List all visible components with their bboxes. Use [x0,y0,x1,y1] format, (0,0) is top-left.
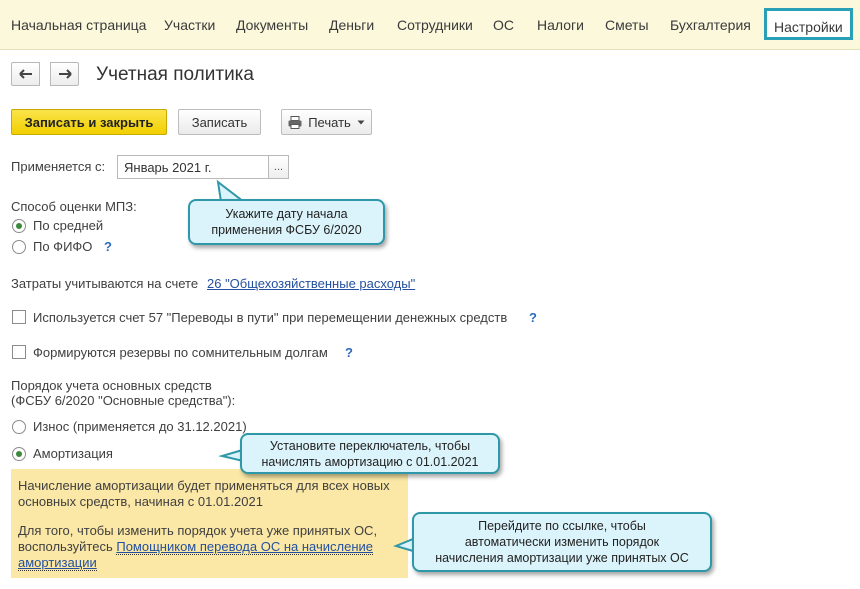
depreciation-note: Начисление амортизации будет применяться… [11,469,408,578]
callout-link-hint: Перейдите по ссылке, чтобы автоматически … [412,512,712,572]
nav-item-accounting[interactable]: Бухгалтерия [670,17,751,33]
note-paragraph-2-text: Для того, чтобы изменить порядок учета у… [18,523,378,538]
callout-switch-hint: Установите переключатель, чтобы начислять… [240,433,500,474]
help-doubtful-debts-icon[interactable]: ? [345,345,353,360]
note-paragraph-2-prefix: воспользуйтесь [18,539,113,554]
nav-item-home[interactable]: Начальная страница [11,17,146,33]
radio-fifo-label[interactable]: По ФИФО [33,239,92,254]
note-paragraph-2: Для того, чтобы изменить порядок учета у… [18,523,401,571]
save-button[interactable]: Записать [178,109,261,135]
callout-link-line3: начисления амортизации уже принятых ОС [435,551,689,565]
applies-from-label: Применяется с: [11,159,106,174]
callout-switch-line2: начислять амортизацию с 01.01.2021 [261,454,479,469]
transfer-wizard-link-2[interactable]: амортизации [18,555,97,571]
nav-item-money[interactable]: Деньги [329,17,374,33]
note-paragraph-1: Начисление амортизации будет применяться… [18,478,390,509]
chevron-down-icon [357,120,365,124]
printer-icon [288,115,302,129]
callout-date-line1: Укажите дату начала [225,207,348,221]
forward-button[interactable] [50,62,79,86]
back-button[interactable] [11,62,40,86]
costs-account-link[interactable]: 26 "Общехозяйственные расходы" [207,276,415,291]
nav-item-sites[interactable]: Участки [164,17,215,33]
mpz-method-label: Способ оценки МПЗ: [11,199,137,214]
os-method-label-line1: Порядок учета основных средств [11,378,212,393]
arrow-right-icon [58,69,72,79]
radio-average[interactable] [12,219,26,233]
nav-item-fixed-assets[interactable]: ОС [493,17,514,33]
radio-depreciation[interactable] [12,447,26,461]
help-fifo-icon[interactable]: ? [104,239,112,254]
page-title: Учетная политика [96,64,254,85]
nav-item-employees[interactable]: Сотрудники [397,17,473,33]
nav-item-estimates[interactable]: Сметы [605,17,649,33]
applies-from-input[interactable] [117,155,269,179]
radio-average-label[interactable]: По средней [33,218,103,233]
print-button-label: Печать [308,114,351,130]
costs-account-label: Затраты учитываются на счете [11,276,199,291]
doubtful-debts-label[interactable]: Формируются резервы по сомнительным долг… [33,345,328,360]
callout-link-line1: Перейдите по ссылке, чтобы [478,519,646,533]
nav-item-settings[interactable]: Настройки [764,8,853,40]
save-and-close-button[interactable]: Записать и закрыть [11,109,167,135]
nav-item-taxes[interactable]: Налоги [537,17,584,33]
arrow-left-icon [18,69,32,79]
radio-wear-label[interactable]: Износ (применяется до 31.12.2021) [33,419,247,434]
callout-date-hint: Укажите дату начала применения ФСБУ 6/202… [188,199,385,245]
account-57-checkbox[interactable] [12,310,26,324]
radio-wear[interactable] [12,420,26,434]
radio-fifo[interactable] [12,240,26,254]
transfer-wizard-link[interactable]: Помощником перевода ОС на начисление [116,539,373,555]
select-period-button[interactable]: ... [268,155,289,179]
top-navigation: Начальная страница Участки Документы Ден… [0,0,860,50]
print-button[interactable]: Печать [281,109,372,135]
help-account-57-icon[interactable]: ? [529,310,537,325]
callout-link-line2: автоматически изменить порядок [464,535,660,549]
account-57-label[interactable]: Используется счет 57 "Переводы в пути" п… [33,310,507,325]
callout-date-line2: применения ФСБУ 6/2020 [211,223,362,237]
radio-depreciation-label[interactable]: Амортизация [33,446,113,461]
os-method-label-line2: (ФСБУ 6/2020 "Основные средства"): [11,393,236,408]
doubtful-debts-checkbox[interactable] [12,345,26,359]
callout-switch-line1: Установите переключатель, чтобы [269,438,471,453]
nav-item-documents[interactable]: Документы [236,17,308,33]
